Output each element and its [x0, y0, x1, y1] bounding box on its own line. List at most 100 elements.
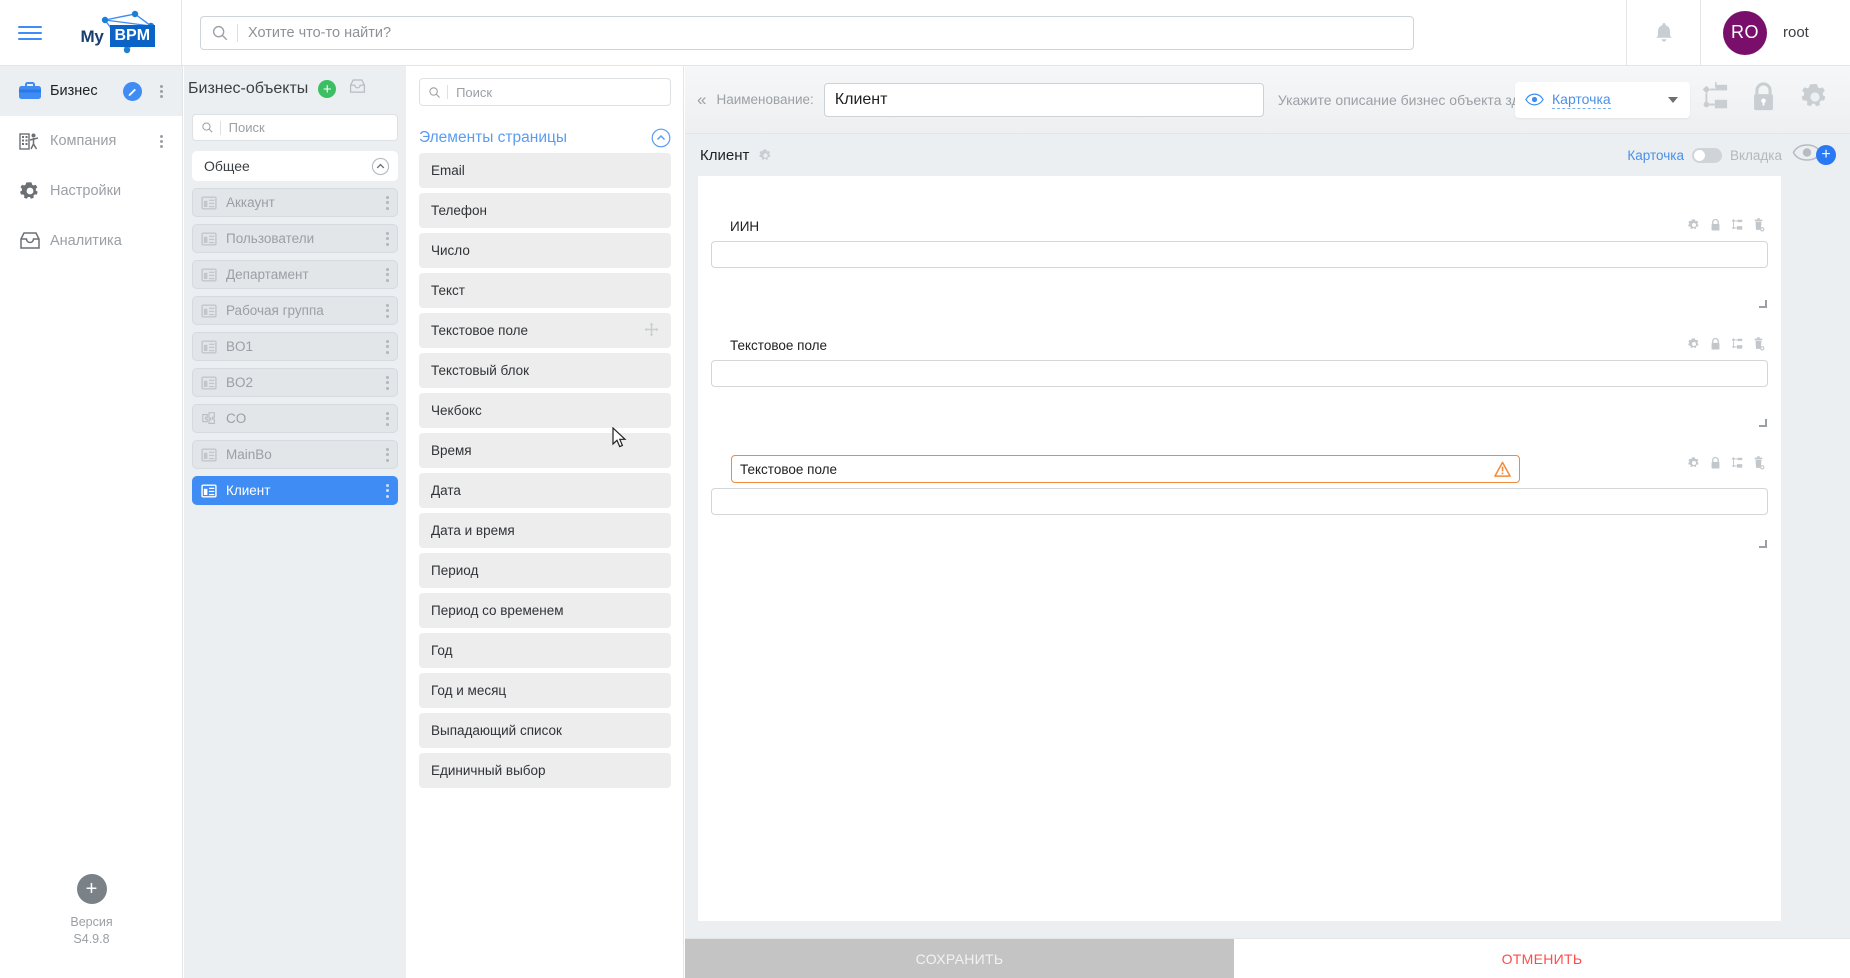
element-palette-item[interactable]: Год — [419, 633, 671, 668]
bo-item-menu-icon[interactable] — [386, 409, 389, 428]
bo-item-menu-icon[interactable] — [386, 265, 389, 284]
search-input[interactable] — [248, 24, 1403, 41]
element-palette-item[interactable]: Текстовый блок — [419, 353, 671, 388]
username-label: root — [1783, 24, 1809, 41]
field-input[interactable] — [711, 488, 1768, 515]
card-tab-toggle[interactable] — [1691, 147, 1722, 163]
sidebar-item-company[interactable]: Компания — [0, 116, 182, 166]
bo-item-menu-icon[interactable] — [386, 229, 389, 248]
gear-icon[interactable] — [1687, 337, 1701, 351]
view-toggle-group: Карточка Вкладка — [1627, 147, 1782, 163]
cancel-button[interactable]: ОТМЕНИТЬ — [1234, 939, 1850, 978]
elements-search[interactable] — [419, 78, 671, 106]
lock-icon[interactable] — [1750, 81, 1777, 118]
business-objects-search[interactable] — [192, 114, 398, 141]
resize-handle[interactable] — [1759, 419, 1767, 427]
chevron-down-icon[interactable] — [1668, 96, 1678, 103]
chevron-up-icon[interactable] — [651, 128, 671, 148]
user-menu[interactable]: RO root — [1700, 0, 1850, 66]
link-flow-icon[interactable] — [1730, 456, 1744, 470]
bo-list-item[interactable]: Департамент — [192, 260, 398, 289]
element-palette-item[interactable]: Текстовое поле — [419, 313, 671, 348]
bo-item-menu-icon[interactable] — [386, 373, 389, 392]
gear-icon[interactable] — [1687, 218, 1701, 232]
sidebar-item-menu-icon[interactable] — [160, 83, 164, 100]
avatar: RO — [1723, 10, 1767, 55]
bo-item-label: Департамент — [226, 267, 309, 282]
bo-item-menu-icon[interactable] — [386, 445, 389, 464]
sidebar-item-analytics[interactable]: Аналитика — [0, 216, 182, 266]
left-navigation: Бизнес Компания Настройки Аналитика + Ве… — [0, 66, 183, 978]
bo-group-header[interactable]: Общее — [192, 151, 398, 181]
bo-list-item[interactable]: Рабочая группа — [192, 296, 398, 325]
element-palette-item[interactable]: Число — [419, 233, 671, 268]
bo-item-menu-icon[interactable] — [386, 301, 389, 320]
field-input[interactable] — [711, 241, 1768, 268]
bo-list-item[interactable]: BO1 — [192, 332, 398, 361]
view-mode-select[interactable]: Карточка — [1515, 81, 1690, 118]
bo-list-item[interactable]: Аккаунт — [192, 188, 398, 217]
drag-handle-icon[interactable] — [644, 321, 659, 340]
element-palette-item[interactable]: Период — [419, 553, 671, 588]
bo-search-input[interactable] — [228, 120, 390, 135]
sidebar-item-settings[interactable]: Настройки — [0, 166, 182, 216]
bo-list-item[interactable]: Пользователи — [192, 224, 398, 253]
field-tools — [1687, 337, 1765, 351]
bo-item-menu-icon[interactable] — [386, 337, 389, 356]
link-flow-icon[interactable] — [1730, 337, 1744, 351]
search-divider — [237, 23, 238, 42]
gear-icon[interactable] — [1799, 81, 1831, 118]
chevron-up-icon[interactable] — [371, 157, 390, 176]
bo-item-menu-icon[interactable] — [386, 481, 389, 500]
link-flow-icon[interactable] — [1730, 218, 1744, 232]
bo-list-item[interactable]: BO2 — [192, 368, 398, 397]
save-button[interactable]: СОХРАНИТЬ — [685, 939, 1234, 978]
element-palette-item[interactable]: Единичный выбор — [419, 753, 671, 788]
lock-icon[interactable] — [1710, 456, 1721, 470]
lock-icon[interactable] — [1710, 337, 1721, 351]
delete-icon[interactable] — [1753, 456, 1765, 470]
hamburger-menu-icon[interactable] — [0, 0, 60, 66]
sidebar-item-menu-icon[interactable] — [160, 133, 164, 150]
global-search-box[interactable] — [200, 15, 1414, 50]
elements-search-input[interactable] — [456, 84, 662, 100]
add-plus-icon[interactable]: + — [76, 874, 107, 904]
gear-icon[interactable] — [758, 148, 773, 163]
notifications-button[interactable] — [1626, 0, 1700, 66]
collapse-panel-icon[interactable]: « — [697, 90, 706, 110]
bo-name-input[interactable] — [823, 82, 1264, 117]
elements-section-header[interactable]: Элементы страницы — [419, 128, 671, 148]
add-element-button[interactable]: + — [1816, 145, 1836, 165]
bo-list-item[interactable]: Клиент — [192, 476, 398, 505]
field-input[interactable] — [711, 360, 1768, 387]
warning-icon[interactable] — [1494, 461, 1511, 483]
element-palette-item[interactable]: Текст — [419, 273, 671, 308]
gear-icon[interactable] — [1687, 456, 1701, 470]
element-palette-item[interactable]: Email — [419, 153, 671, 188]
toggle-label-tab[interactable]: Вкладка — [1730, 148, 1782, 163]
element-palette-item[interactable]: Дата — [419, 473, 671, 508]
resize-handle[interactable] — [1759, 540, 1767, 548]
element-palette-item[interactable]: Телефон — [419, 193, 671, 228]
element-palette-item[interactable]: Дата и время — [419, 513, 671, 548]
sidebar-item-business[interactable]: Бизнес — [0, 66, 182, 116]
element-palette-item[interactable]: Выпадающий список — [419, 713, 671, 748]
archive-icon[interactable] — [348, 78, 367, 100]
delete-icon[interactable] — [1753, 218, 1765, 232]
bo-item-menu-icon[interactable] — [386, 193, 389, 212]
selected-field-label-box[interactable]: Текстовое поле — [731, 455, 1520, 483]
element-palette-item[interactable]: Чекбокс — [419, 393, 671, 428]
element-palette-item[interactable]: Период со временем — [419, 593, 671, 628]
app-logo[interactable]: My BPM — [60, 0, 182, 66]
bo-list-item[interactable]: MainBo — [192, 440, 398, 469]
element-palette-item[interactable]: Год и месяц — [419, 673, 671, 708]
element-palette-item[interactable]: Время — [419, 433, 671, 468]
resize-handle[interactable] — [1759, 300, 1767, 308]
lock-icon[interactable] — [1710, 218, 1721, 232]
bo-list-item[interactable]: CO — [192, 404, 398, 433]
edit-pencil-icon[interactable] — [123, 81, 142, 101]
toggle-label-card[interactable]: Карточка — [1627, 148, 1684, 163]
add-business-object-button[interactable]: + — [318, 80, 337, 98]
process-diagram-icon[interactable] — [1696, 81, 1730, 118]
delete-icon[interactable] — [1753, 337, 1765, 351]
